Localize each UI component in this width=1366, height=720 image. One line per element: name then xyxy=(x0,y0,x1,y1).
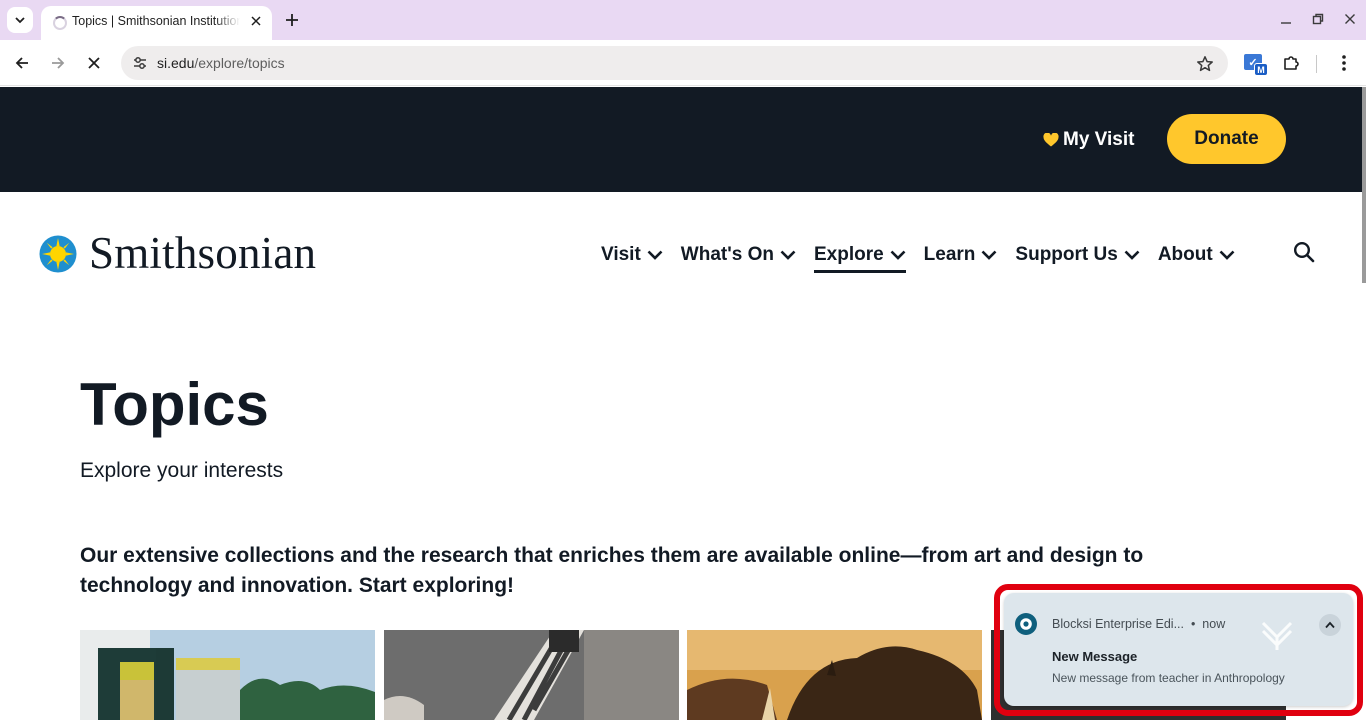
nav-label: About xyxy=(1157,244,1213,265)
url-path: /explore/topics xyxy=(194,55,285,71)
notification-popup[interactable]: Blocksi Enterprise Edi... • now New Mess… xyxy=(1004,593,1353,706)
chevron-down-icon xyxy=(780,250,796,260)
close-icon xyxy=(251,16,261,26)
notification-source: Blocksi Enterprise Edi... • now xyxy=(1052,617,1225,631)
nav-item-explore[interactable]: Explore xyxy=(813,240,906,273)
tab-active[interactable]: Topics | Smithsonian Institution xyxy=(41,6,272,40)
tab-strip: Topics | Smithsonian Institution xyxy=(0,0,1366,40)
close-icon xyxy=(1345,14,1355,24)
page-subtitle: Explore your interests xyxy=(80,459,284,482)
more-vert-icon xyxy=(1342,55,1346,71)
minimize-button[interactable] xyxy=(1273,7,1299,31)
chevron-down-icon xyxy=(15,17,25,24)
nav-item-support-us[interactable]: Support Us xyxy=(1015,240,1140,270)
nav-label: Explore xyxy=(813,244,884,265)
notification-time: now xyxy=(1202,617,1226,631)
notification-title: New Message xyxy=(1052,649,1138,664)
tab-close-button[interactable] xyxy=(247,12,265,30)
intro-line: Our extensive collections and the resear… xyxy=(80,544,1144,567)
nav-item-learn[interactable]: Learn xyxy=(924,240,998,270)
chevron-down-icon xyxy=(1219,250,1235,260)
notification-body: New message from teacher in Anthropology xyxy=(1052,671,1285,685)
smithsonian-logo[interactable]: Smithsonian xyxy=(39,231,316,276)
nav-item-visit[interactable]: Visit xyxy=(601,240,663,270)
chevron-down-icon xyxy=(1124,250,1140,260)
chevron-down-icon xyxy=(647,250,663,260)
bison-photo-image xyxy=(687,630,982,720)
nav-label: Support Us xyxy=(1015,244,1118,265)
menu-button[interactable] xyxy=(1330,49,1358,77)
nav-item-whats-on[interactable]: What's On xyxy=(681,240,796,270)
restore-button[interactable] xyxy=(1305,7,1331,31)
chrome-icon xyxy=(1020,618,1032,630)
nav-label: What's On xyxy=(680,244,774,265)
extension-badge: M xyxy=(1254,63,1268,76)
heart-icon xyxy=(1043,133,1059,147)
close-icon xyxy=(88,57,100,69)
stop-loading-button[interactable] xyxy=(80,49,108,77)
topic-card-art[interactable] xyxy=(80,630,375,720)
blocksi-logo-icon xyxy=(1261,621,1293,650)
url-text: si.edu/explore/topics xyxy=(157,55,285,71)
nav-label: Learn xyxy=(923,244,976,265)
nav-label: Visit xyxy=(601,244,641,265)
address-bar[interactable]: si.edu/explore/topics xyxy=(121,46,1228,80)
site-info-button[interactable] xyxy=(128,51,152,75)
tune-icon xyxy=(134,57,146,69)
forward-button[interactable] xyxy=(44,49,72,77)
back-button[interactable] xyxy=(8,49,36,77)
topic-card-nature[interactable] xyxy=(687,630,982,720)
restore-icon xyxy=(1312,13,1324,25)
browser-toolbar: si.edu/explore/topics ✓ M xyxy=(0,40,1366,86)
tab-search-button[interactable] xyxy=(7,7,33,33)
close-window-button[interactable] xyxy=(1337,7,1363,31)
bookmark-button[interactable] xyxy=(1193,52,1217,76)
page-title: Topics xyxy=(80,371,269,438)
my-visit-link[interactable]: My Visit xyxy=(1043,129,1134,151)
extensions-button[interactable] xyxy=(1277,49,1305,77)
scrollbar-thumb[interactable] xyxy=(1362,87,1366,283)
plus-icon xyxy=(286,14,298,26)
tab-title: Topics | Smithsonian Institution xyxy=(72,14,240,28)
search-icon xyxy=(1293,241,1315,263)
notification-app-name: Blocksi Enterprise Edi... xyxy=(1052,617,1184,631)
logo-text: Smithsonian xyxy=(89,228,317,278)
loading-spinner-icon xyxy=(53,16,67,30)
arrow-right-icon xyxy=(52,57,65,69)
chrome-app-icon xyxy=(1015,613,1037,635)
site-search-button[interactable] xyxy=(1292,240,1316,264)
painting-image xyxy=(80,630,375,720)
chevron-up-icon xyxy=(1325,621,1335,629)
minimize-icon xyxy=(1281,22,1291,24)
blocksi-extension-button[interactable]: ✓ M xyxy=(1244,52,1268,76)
donate-button[interactable]: Donate xyxy=(1167,114,1286,164)
topic-card-history[interactable] xyxy=(384,630,679,720)
puzzle-icon xyxy=(1284,56,1299,70)
url-host: si.edu xyxy=(157,55,195,71)
utility-bar: My Visit Donate xyxy=(0,87,1366,192)
main-nav: Visit What's On Explore Learn Support Us… xyxy=(601,240,1253,273)
notification-collapse-button[interactable] xyxy=(1319,614,1341,636)
notification-dot: • xyxy=(1187,617,1199,631)
toolbar-separator xyxy=(1316,55,1317,73)
sun-logo-icon xyxy=(39,235,77,272)
flag-photo-image xyxy=(384,630,679,720)
arrow-left-icon xyxy=(15,57,28,69)
star-icon xyxy=(1197,56,1213,72)
nav-item-about[interactable]: About xyxy=(1158,240,1235,270)
chevron-down-icon xyxy=(890,250,906,260)
chevron-down-icon xyxy=(982,250,997,260)
new-tab-button[interactable] xyxy=(280,8,304,32)
my-visit-label: My Visit xyxy=(1063,129,1135,150)
